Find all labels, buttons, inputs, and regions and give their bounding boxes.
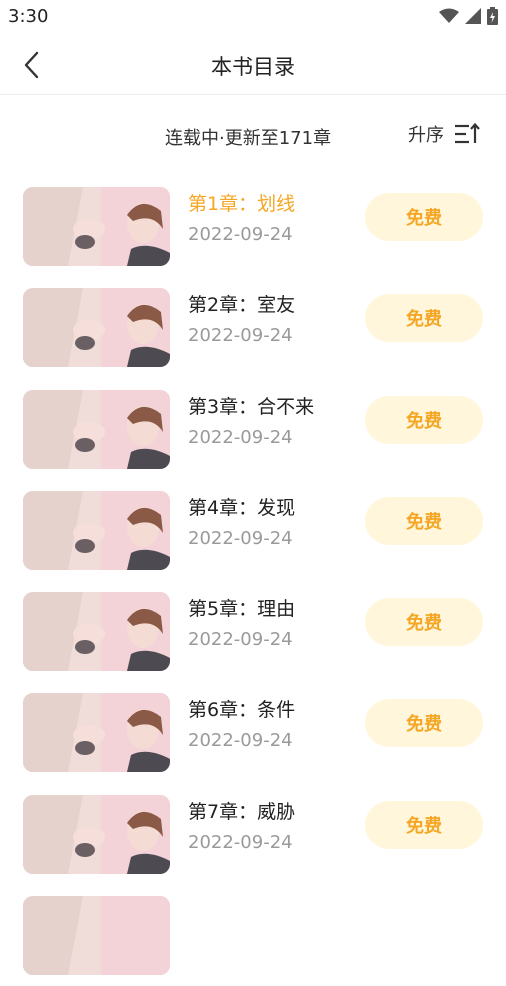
chapter-title: 第7章：威胁 bbox=[188, 800, 296, 823]
chapter-thumbnail bbox=[23, 288, 170, 368]
status-bar: 3:30 bbox=[0, 0, 506, 32]
chapter-row[interactable]: 第1章：划线 2022-09-24 免费 bbox=[0, 176, 506, 277]
status-time: 3:30 bbox=[8, 6, 49, 27]
chapter-list: 第1章：划线 2022-09-24 免费 第2章：室友 2022-09-24 免… bbox=[0, 176, 506, 986]
chapter-date: 2022-09-24 bbox=[188, 224, 293, 245]
chapter-date: 2022-09-24 bbox=[188, 325, 293, 347]
chapter-thumbnail bbox=[23, 389, 170, 469]
chapter-date: 2022-09-24 bbox=[188, 426, 293, 448]
top-app-bar: 本书目录 bbox=[0, 32, 506, 95]
chapter-row[interactable]: 第2章：室友 2022-09-24 免费 bbox=[0, 277, 506, 378]
chapter-title: 第3章：合不来 bbox=[188, 395, 315, 418]
free-badge-button[interactable]: 免费 bbox=[365, 294, 483, 343]
free-badge-button[interactable]: 免费 bbox=[365, 395, 483, 444]
free-badge-button[interactable]: 免费 bbox=[365, 496, 483, 545]
page-title: 本书目录 bbox=[211, 55, 295, 79]
free-badge-button[interactable]: 免费 bbox=[365, 699, 483, 748]
chapter-title: 第4章：发现 bbox=[188, 496, 296, 519]
status-icons bbox=[439, 7, 498, 25]
chapter-thumbnail bbox=[23, 187, 170, 266]
free-badge-button[interactable]: 免费 bbox=[365, 598, 483, 647]
chapter-title: 第2章：室友 bbox=[188, 294, 296, 317]
chapter-row[interactable]: 第5章：理由 2022-09-24 免费 bbox=[0, 581, 506, 682]
catalog-header: 连载中·更新至171章 升序 bbox=[0, 118, 506, 154]
wifi-icon bbox=[439, 8, 459, 23]
update-status: 连载中·更新至171章 bbox=[165, 128, 332, 149]
chapter-date: 2022-09-24 bbox=[188, 730, 293, 752]
chapter-thumbnail bbox=[23, 693, 170, 773]
chapter-title: 第6章：条件 bbox=[188, 699, 296, 722]
battery-charging-icon bbox=[487, 7, 498, 25]
chapter-thumbnail bbox=[23, 794, 170, 874]
sort-order-button[interactable]: 升序 bbox=[408, 121, 480, 147]
chapter-date: 2022-09-24 bbox=[188, 629, 293, 651]
cellular-signal-icon bbox=[465, 8, 481, 24]
chapter-thumbnail bbox=[23, 592, 170, 672]
chapter-row[interactable]: 第6章：条件 2022-09-24 免费 bbox=[0, 682, 506, 783]
chapter-thumbnail bbox=[23, 490, 170, 570]
chapter-row[interactable]: 第7章：威胁 2022-09-24 免费 bbox=[0, 784, 506, 885]
chapter-row[interactable] bbox=[0, 885, 506, 986]
chapter-date: 2022-09-24 bbox=[188, 527, 293, 549]
chapter-title: 第5章：理由 bbox=[188, 598, 296, 621]
chapter-date: 2022-09-24 bbox=[188, 831, 293, 853]
chapter-row[interactable]: 第4章：发现 2022-09-24 免费 bbox=[0, 480, 506, 581]
free-badge-button[interactable]: 免费 bbox=[365, 800, 483, 849]
free-badge-button[interactable]: 免费 bbox=[365, 193, 483, 241]
chapter-title: 第1章：划线 bbox=[188, 193, 296, 215]
chapter-row[interactable]: 第3章：合不来 2022-09-24 免费 bbox=[0, 379, 506, 480]
chapter-thumbnail bbox=[23, 896, 170, 976]
sort-label: 升序 bbox=[408, 125, 444, 146]
sort-ascending-icon bbox=[455, 123, 480, 144]
